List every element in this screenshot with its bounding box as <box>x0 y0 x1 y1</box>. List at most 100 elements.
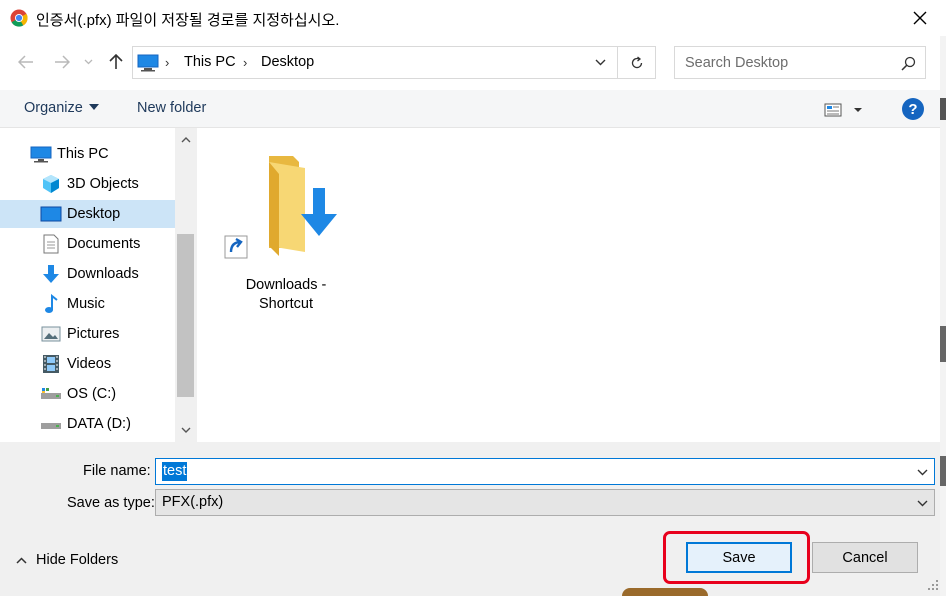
download-arrow-icon <box>40 264 62 284</box>
desktop-icon <box>40 204 62 224</box>
breadcrumb-this-pc[interactable]: This PC <box>184 54 236 70</box>
drive-icon <box>40 384 62 404</box>
sidebar-item-os-c[interactable]: OS (C:) <box>0 380 175 408</box>
background-window-edge <box>940 326 946 362</box>
music-note-icon <box>40 294 62 314</box>
close-icon <box>913 11 927 25</box>
document-icon <box>40 234 62 254</box>
save-options-panel: File name: test Save as type: PFX(.pfx) … <box>0 442 946 596</box>
change-view-button[interactable] <box>822 100 870 120</box>
resize-grip-icon[interactable] <box>926 578 940 592</box>
search-icon <box>900 56 915 71</box>
sidebar-item-documents[interactable]: Documents <box>0 230 175 258</box>
title-bar: 인증서(.pfx) 파일이 저장될 경로를 지정하십시오. <box>0 0 946 36</box>
sidebar-item-music[interactable]: Music <box>0 290 175 318</box>
scroll-down-button[interactable] <box>175 422 196 438</box>
film-icon <box>40 354 62 374</box>
help-icon: ? <box>908 100 918 118</box>
file-name-dropdown-button[interactable] <box>914 464 930 480</box>
sidebar-item-pictures[interactable]: Pictures <box>0 320 175 348</box>
chevron-down-icon <box>595 59 605 66</box>
sidebar-item-label: Pictures <box>67 326 120 342</box>
save-type-select[interactable]: PFX(.pfx) <box>155 489 935 516</box>
computer-icon <box>137 54 159 75</box>
sidebar-item-label: Documents <box>67 236 141 252</box>
drive-icon <box>40 414 62 434</box>
sidebar-item-data-d[interactable]: DATA (D:) <box>0 410 175 438</box>
background-window-edge <box>940 36 946 596</box>
folder-shortcut-icon <box>224 156 337 259</box>
help-button[interactable]: ? <box>902 98 924 120</box>
chevron-right-icon: › <box>243 55 248 70</box>
save-type-dropdown-button[interactable] <box>914 495 930 511</box>
arrow-right-icon <box>55 55 70 69</box>
cube-icon <box>40 174 62 194</box>
refresh-button[interactable] <box>617 47 655 78</box>
chevron-up-icon <box>16 556 27 564</box>
organize-label: Organize <box>24 100 83 116</box>
sidebar-item-label: Videos <box>67 356 112 372</box>
up-button[interactable] <box>102 48 130 76</box>
chrome-icon <box>10 9 28 27</box>
forward-button[interactable] <box>48 48 76 76</box>
scroll-up-button[interactable] <box>175 132 196 148</box>
sidebar-item-label: Desktop <box>67 206 121 222</box>
search-input[interactable] <box>676 48 896 77</box>
background-window-fragment <box>622 588 708 596</box>
chevron-down-icon <box>181 427 190 433</box>
save-dialog: 인증서(.pfx) 파일이 저장될 경로를 지정하십시오. › This PC … <box>0 0 946 596</box>
sidebar-item-label: OS (C:) <box>67 386 117 402</box>
chevron-down-icon <box>917 469 927 475</box>
view-details-icon <box>824 103 862 117</box>
file-item-downloads-shortcut[interactable]: Downloads - Shortcut <box>221 144 351 312</box>
caret-down-icon <box>88 104 99 110</box>
arrow-up-icon <box>109 54 123 69</box>
background-window-edge <box>940 456 946 486</box>
file-name-label: Downloads - Shortcut <box>221 276 351 314</box>
sidebar-item-videos[interactable]: Videos <box>0 350 175 378</box>
file-name-label: File name: <box>83 463 151 479</box>
cancel-button[interactable]: Cancel <box>812 542 918 573</box>
background-window-edge <box>940 98 946 120</box>
file-label-line1: Downloads - <box>245 277 327 293</box>
hide-folders-label: Hide Folders <box>36 552 119 568</box>
file-name-value[interactable]: test <box>162 462 188 481</box>
save-type-label: Save as type: <box>67 495 155 511</box>
file-label-line2: Shortcut <box>259 296 313 312</box>
sidebar-item-label: Downloads <box>67 266 139 282</box>
chevron-up-icon <box>181 137 190 143</box>
search-box[interactable] <box>674 46 926 79</box>
chevron-down-icon <box>917 500 927 506</box>
sidebar-item-label: This PC <box>57 146 109 162</box>
organize-button[interactable]: Organize <box>24 100 99 116</box>
sidebar-item-3d-objects[interactable]: 3D Objects <box>0 170 175 198</box>
chevron-right-icon: › <box>165 55 170 70</box>
hide-folders-button[interactable]: Hide Folders <box>16 552 118 568</box>
back-button[interactable] <box>12 48 40 76</box>
close-button[interactable] <box>902 4 938 32</box>
sidebar-item-label: 3D Objects <box>67 176 139 192</box>
sidebar-item-downloads[interactable]: Downloads <box>0 260 175 288</box>
breadcrumb-desktop[interactable]: Desktop <box>261 54 314 70</box>
address-dropdown-button[interactable] <box>585 47 615 78</box>
file-name-input[interactable]: test <box>155 458 935 485</box>
save-button[interactable]: Save <box>686 542 792 573</box>
pictures-icon <box>40 324 62 344</box>
save-type-value: PFX(.pfx) <box>162 494 224 510</box>
search-button[interactable] <box>897 53 919 73</box>
sidebar-item-label: Music <box>67 296 105 312</box>
command-bar: Organize New folder ? <box>0 90 940 128</box>
navigation-bar: › This PC › Desktop <box>0 38 940 88</box>
refresh-icon <box>631 55 642 68</box>
sidebar-item-desktop[interactable]: Desktop <box>0 200 175 228</box>
recent-locations-button[interactable] <box>80 48 96 76</box>
file-list-pane[interactable]: Downloads - Shortcut <box>196 128 940 442</box>
scroll-thumb[interactable] <box>177 234 194 397</box>
nav-pane-scrollbar[interactable] <box>175 128 196 442</box>
window-title: 인증서(.pfx) 파일이 저장될 경로를 지정하십시오. <box>36 12 340 29</box>
new-folder-button[interactable]: New folder <box>137 100 206 116</box>
sidebar-item-this-pc[interactable]: This PC <box>0 140 175 168</box>
address-bar[interactable]: › This PC › Desktop <box>132 46 656 79</box>
arrow-left-icon <box>18 55 33 69</box>
navigation-pane[interactable]: This PC 3D Objects Desktop Documents Dow… <box>0 128 196 442</box>
